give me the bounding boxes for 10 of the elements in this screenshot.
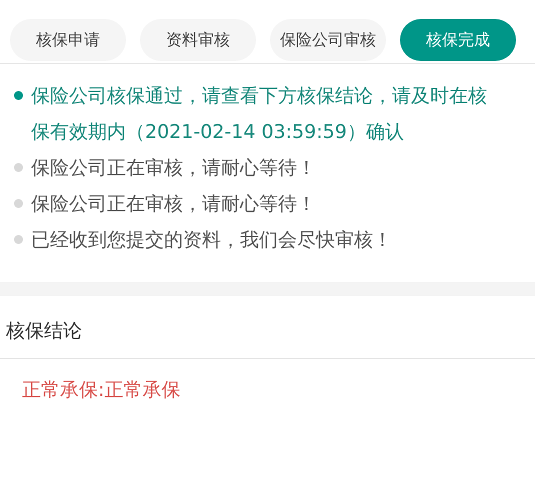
step-tab[interactable]: 核保完成 (400, 19, 516, 61)
timeline-text: 已经收到您提交的资料，我们会尽快审核！ (31, 228, 392, 253)
conclusion-result: 正常承保:正常承保 (21, 378, 182, 403)
step-tab[interactable]: 资料审核 (140, 19, 256, 61)
section-title: 核保结论 (0, 296, 535, 359)
timeline-text: 保险公司正在审核，请耐心等待！ (31, 156, 316, 181)
step-tab[interactable]: 保险公司审核 (270, 19, 386, 61)
timeline-text: 保险公司正在审核，请耐心等待！ (31, 192, 316, 217)
step-tab[interactable]: 核保申请 (10, 19, 126, 61)
timeline-text: 保险公司核保通过，请查看下方核保结论，请及时在核保有效期内（2021-02-14 03:59:59）确认 (31, 84, 488, 145)
